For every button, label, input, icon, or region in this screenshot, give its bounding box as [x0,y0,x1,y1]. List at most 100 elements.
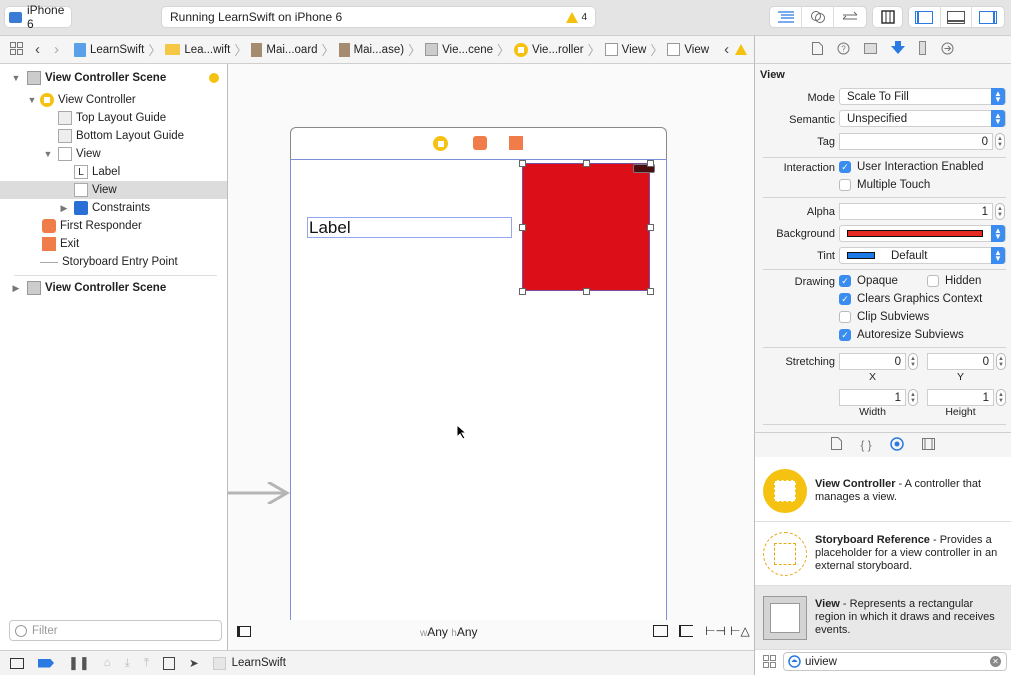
back-button[interactable]: ‹ [35,41,40,58]
dock-exit-icon[interactable] [509,136,523,150]
library-item-view[interactable]: View - Represents a rectangular region i… [755,586,1011,650]
resolve-issues-button[interactable]: ⊢△ [730,624,750,638]
clip-subviews-checkbox[interactable]: Clip Subviews [839,311,929,323]
view-debugger-button[interactable] [162,656,175,670]
background-color-well[interactable]: ▲ ▼ [839,225,1006,242]
hidden-checkbox[interactable]: Hidden [927,275,981,287]
file-template-tab[interactable] [831,437,843,453]
resize-handle[interactable] [519,160,526,167]
outline-item-first-responder[interactable]: First Responder [0,217,227,235]
object-library-tab[interactable] [889,436,904,454]
tag-field[interactable]: 0 [839,133,993,150]
storyboard-canvas[interactable]: Label [228,64,754,620]
step-over-button[interactable]: ⌂ [104,657,111,669]
crumb-view[interactable]: View [602,43,650,56]
disclosure-open-icon[interactable]: ▼ [43,149,53,159]
resize-handle[interactable] [519,288,526,295]
pause-button[interactable]: ❚❚ [68,655,90,671]
clears-graphics-checkbox[interactable]: ✓ Clears Graphics Context [839,293,982,305]
tag-stepper[interactable]: ▲ ▼ [995,133,1005,150]
autoresize-checkbox[interactable]: ✓ Autoresize Subviews [839,329,964,341]
previous-issue-button[interactable]: ‹ [724,41,729,58]
version-editor-button[interactable] [834,7,866,27]
step-into-button[interactable]: ⤓ [125,657,130,670]
identity-inspector-tab[interactable] [864,42,877,57]
outline-item-view[interactable]: ▼ View [0,145,227,163]
stretch-x-field[interactable]: 0 [839,353,906,370]
outline-item-view-controller[interactable]: ▼ View Controller [0,91,227,109]
warning-badge[interactable]: 4 [566,11,587,23]
attributes-inspector-tab[interactable] [891,41,905,58]
disclosure-closed-icon[interactable]: ▶ [59,203,69,214]
crumb-storyboard-base[interactable]: Mai...ase) [336,42,408,57]
align-button[interactable] [679,625,693,637]
crumb-storyboard[interactable]: Mai...oard [248,42,320,57]
grid-view-toggle[interactable] [763,655,776,671]
quick-help-tab[interactable]: ? [837,42,850,58]
bracket-button[interactable] [872,6,903,28]
toggle-debug-button[interactable] [941,7,973,27]
dock-view-controller-icon[interactable] [433,136,448,151]
crumb-subview[interactable]: View [664,43,712,56]
crumb-view-controller[interactable]: Vie...roller [511,42,587,57]
file-inspector-tab[interactable] [812,41,823,58]
stretch-y-stepper[interactable]: ▲ ▼ [996,353,1006,370]
resize-handle[interactable] [647,160,654,167]
selected-red-view[interactable] [522,163,650,291]
media-library-tab[interactable] [921,437,935,453]
disclosure-open-icon[interactable]: ▼ [11,73,21,83]
simulate-location-button[interactable]: ➤ [189,656,199,670]
size-inspector-tab[interactable] [919,41,927,58]
crumb-folder[interactable]: Lea...wift [162,44,233,56]
outline-item-scene[interactable]: ▼ View Controller Scene [0,69,227,87]
multiple-touch-checkbox[interactable]: Multiple Touch [839,179,930,191]
scheme-device-selector[interactable]: iPhone 6 [4,3,72,31]
library-item-view-controller[interactable]: View Controller - A controller that mana… [755,458,1011,522]
outline-item-constraints[interactable]: ▶ Constraints [0,199,227,217]
mode-select[interactable]: Scale To Fill ▲ ▼ [839,88,1006,105]
outline-item-exit[interactable]: Exit [0,235,227,253]
toggle-outline-button[interactable] [237,626,251,637]
assistant-editor-button[interactable] [802,7,834,27]
pin-button[interactable]: ⊢⊣ [705,624,726,638]
outline-filter-field[interactable]: Filter [9,620,222,641]
canvas-label[interactable]: Label [307,217,512,238]
stretch-height-stepper[interactable]: ▲ ▼ [996,389,1006,406]
clear-search-icon[interactable]: ✕ [990,656,1001,667]
standard-editor-button[interactable] [770,7,802,27]
tint-color-select[interactable]: Default ▲ ▼ [839,247,1006,264]
toggle-utilities-button[interactable] [972,7,1004,27]
library-item-storyboard-reference[interactable]: Storyboard Reference - Provides a placeh… [755,522,1011,586]
user-interaction-checkbox[interactable]: ✓ User Interaction Enabled [839,161,984,173]
dock-first-responder-icon[interactable] [473,136,487,150]
resize-handle[interactable] [519,224,526,231]
resize-handle[interactable] [583,288,590,295]
toggle-navigator-button[interactable] [909,7,941,27]
stretch-width-field[interactable]: 1 [839,389,906,406]
alpha-stepper[interactable]: ▲ ▼ [995,203,1005,220]
hide-debug-area-button[interactable] [10,657,24,669]
library-search-field[interactable]: uiview ✕ [783,652,1007,671]
alpha-field[interactable]: 1 [839,203,993,220]
stretch-x-stepper[interactable]: ▲ ▼ [908,353,918,370]
stretch-width-stepper[interactable]: ▲ ▼ [908,389,918,406]
outline-item-top-layout-guide[interactable]: Top Layout Guide [0,109,227,127]
connections-inspector-tab[interactable] [941,42,954,58]
outline-item-bottom-layout-guide[interactable]: Bottom Layout Guide [0,127,227,145]
step-out-button[interactable]: ⤒ [144,657,149,670]
issue-warning-icon[interactable] [735,44,748,55]
forward-button[interactable]: › [54,41,59,58]
outline-item-label[interactable]: L Label [0,163,227,181]
outline-item-subview[interactable]: View [0,181,227,199]
disclosure-closed-icon[interactable]: ▶ [11,283,21,294]
outline-item-scene-2[interactable]: ▶ View Controller Scene [0,279,227,297]
resize-handle[interactable] [583,160,590,167]
opaque-checkbox[interactable]: ✓ Opaque [839,275,898,287]
breakpoints-toggle-button[interactable] [38,658,54,668]
disclosure-open-icon[interactable]: ▼ [27,95,37,105]
stretch-y-field[interactable]: 0 [927,353,994,370]
related-items-button[interactable] [0,41,23,58]
crumb-scene[interactable]: Vie...cene [422,43,496,56]
resize-handle[interactable] [647,224,654,231]
resize-handle[interactable] [647,288,654,295]
